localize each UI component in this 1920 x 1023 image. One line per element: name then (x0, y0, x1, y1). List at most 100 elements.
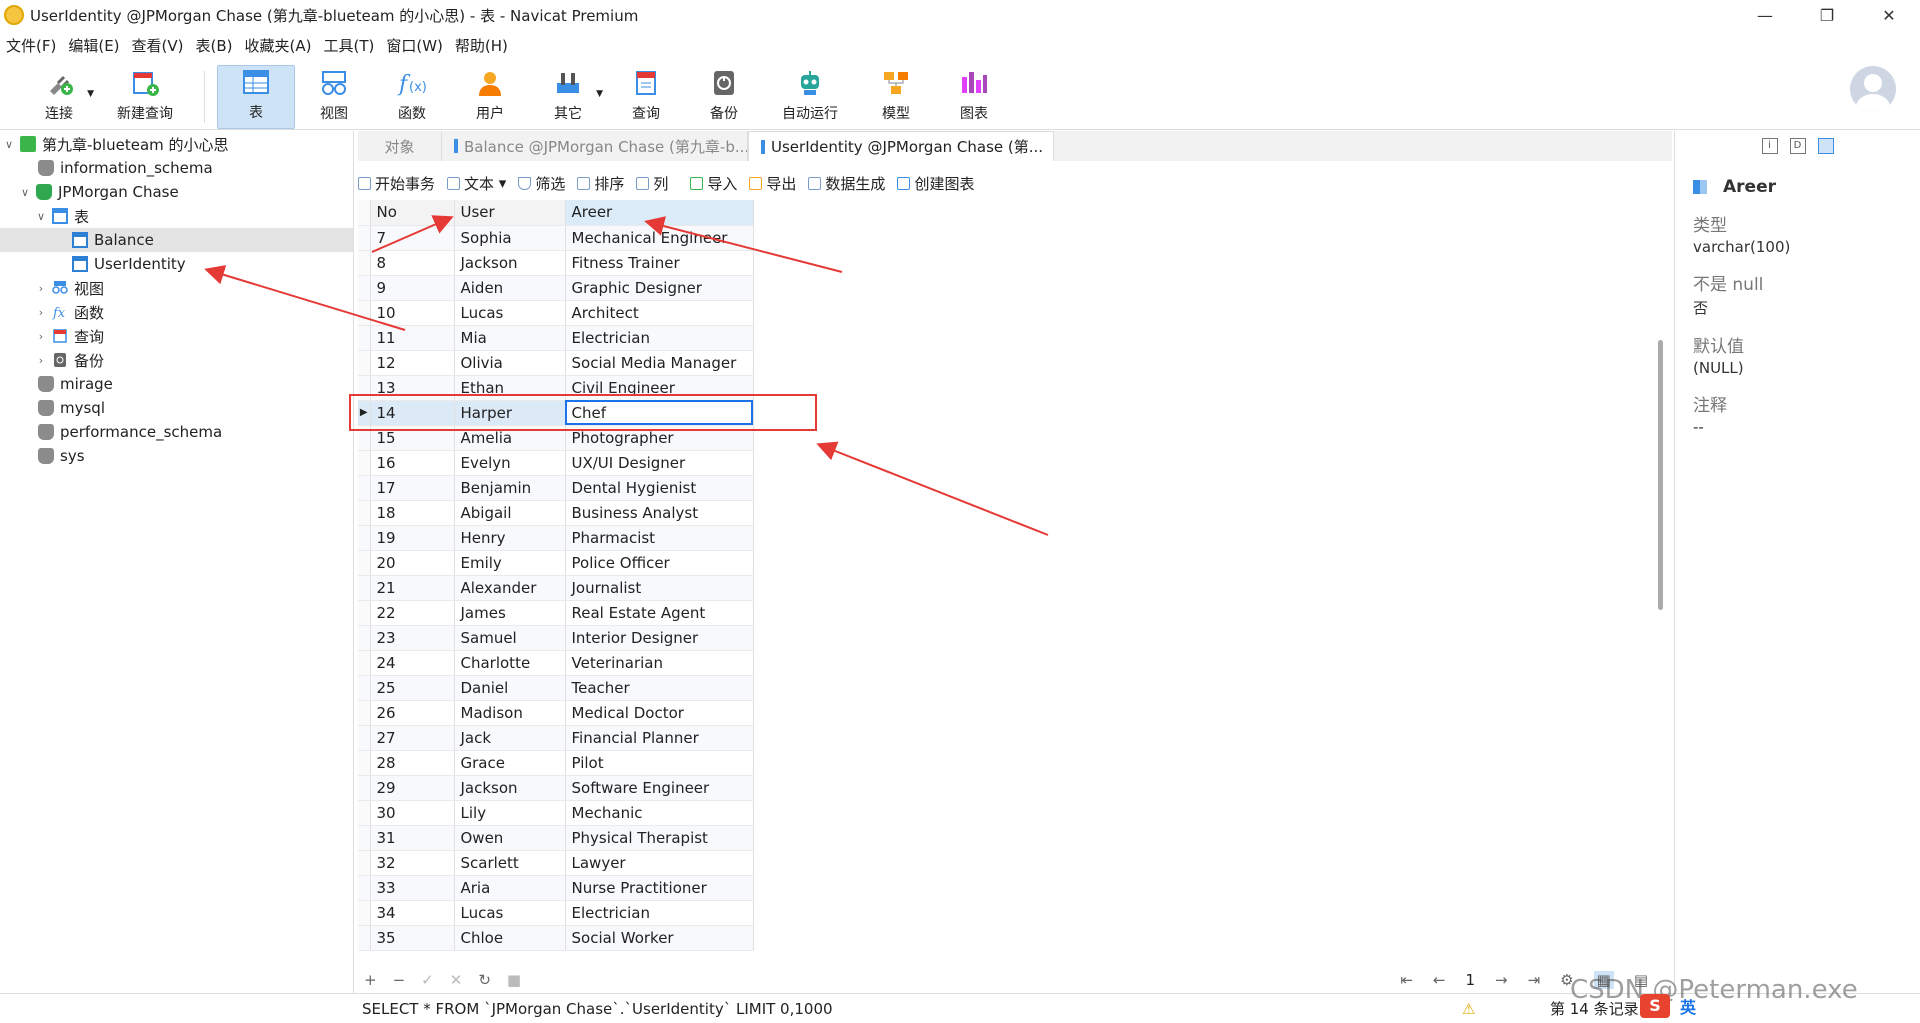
menu-file[interactable]: 文件(F) (6, 35, 56, 56)
tree-views-folder[interactable]: › 视图 (0, 276, 353, 300)
cell-areer[interactable]: Journalist (565, 575, 754, 601)
row-indicator[interactable] (358, 475, 371, 501)
table-row[interactable]: 26 Madison Medical Doctor (358, 700, 754, 726)
row-indicator[interactable] (358, 525, 371, 551)
chart-button[interactable]: 图表 (935, 65, 1013, 129)
cell-areer[interactable]: Electrician (565, 325, 754, 351)
table-row[interactable]: 11 Mia Electrician (358, 325, 754, 351)
row-indicator[interactable] (358, 225, 371, 251)
cell-areer[interactable]: Pilot (565, 750, 754, 776)
sogou-ime-icon[interactable]: S (1640, 994, 1670, 1018)
text-button[interactable]: 文本 ▾ (447, 173, 506, 194)
chevron-right-icon[interactable]: › (34, 306, 48, 319)
new-query-button[interactable]: 新建查询 (98, 65, 192, 129)
cell-no[interactable]: 29 (370, 775, 455, 801)
chevron-down-icon[interactable]: ∨ (18, 186, 32, 199)
cell-no[interactable]: 31 (370, 825, 455, 851)
row-indicator[interactable] (358, 275, 371, 301)
column-header-no[interactable]: No (370, 200, 455, 226)
restore-icon[interactable]: ❐ (1796, 0, 1858, 30)
cell-user[interactable]: Sophia (454, 225, 566, 251)
menu-window[interactable]: 窗口(W) (386, 35, 443, 56)
cell-no[interactable]: 11 (370, 325, 455, 351)
tree-db-information-schema[interactable]: information_schema (0, 156, 353, 180)
sort-button[interactable]: 排序 (577, 173, 624, 194)
cell-no[interactable]: 19 (370, 525, 455, 551)
cell-areer[interactable]: Architect (565, 300, 754, 326)
table-row[interactable]: 29 Jackson Software Engineer (358, 775, 754, 801)
cell-no[interactable]: 9 (370, 275, 455, 301)
view-button[interactable]: 视图 (295, 65, 373, 129)
menu-help[interactable]: 帮助(H) (455, 35, 508, 56)
cell-areer[interactable]: Chef (565, 400, 754, 426)
cell-user[interactable]: Scarlett (454, 850, 566, 876)
cell-areer[interactable]: Veterinarian (565, 650, 754, 676)
connect-button[interactable]: 连接 ▼ (20, 65, 98, 129)
cell-no[interactable]: 20 (370, 550, 455, 576)
row-indicator[interactable] (358, 825, 371, 851)
row-indicator[interactable] (358, 325, 371, 351)
table-row[interactable]: 8 Jackson Fitness Trainer (358, 250, 754, 276)
model-button[interactable]: 模型 (857, 65, 935, 129)
info-icon[interactable]: i (1761, 138, 1778, 154)
table-row[interactable]: 25 Daniel Teacher (358, 675, 754, 701)
menu-favorites[interactable]: 收藏夹(A) (245, 35, 312, 56)
cell-user[interactable]: Benjamin (454, 475, 566, 501)
cell-areer[interactable]: Graphic Designer (565, 275, 754, 301)
cell-no[interactable]: 30 (370, 800, 455, 826)
cell-user[interactable]: Henry (454, 525, 566, 551)
close-icon[interactable]: ✕ (1858, 0, 1920, 30)
cell-areer[interactable]: Software Engineer (565, 775, 754, 801)
table-row[interactable]: 31 Owen Physical Therapist (358, 825, 754, 851)
column-header-user[interactable]: User (454, 200, 566, 226)
cell-no[interactable]: 13 (370, 375, 455, 401)
cell-no[interactable]: 35 (370, 925, 455, 951)
create-chart-button[interactable]: 创建图表 (897, 173, 974, 194)
cell-areer[interactable]: Interior Designer (565, 625, 754, 651)
field-view-icon[interactable] (1817, 138, 1834, 154)
cell-user[interactable]: Ethan (454, 375, 566, 401)
cell-no[interactable]: 24 (370, 650, 455, 676)
user-avatar[interactable] (1850, 66, 1896, 112)
cell-user[interactable]: Alexander (454, 575, 566, 601)
cell-areer[interactable]: Lawyer (565, 850, 754, 876)
cell-user[interactable]: Chloe (454, 925, 566, 951)
cell-no[interactable]: 21 (370, 575, 455, 601)
chevron-right-icon[interactable]: › (34, 330, 48, 343)
cell-no[interactable]: 7 (370, 225, 455, 251)
cell-user[interactable]: Owen (454, 825, 566, 851)
user-button[interactable]: 用户 (451, 65, 529, 129)
row-indicator[interactable] (358, 375, 371, 401)
query-button[interactable]: 查询 (607, 65, 685, 129)
menu-tools[interactable]: 工具(T) (323, 35, 374, 56)
row-indicator[interactable] (358, 250, 371, 276)
row-indicator[interactable] (358, 550, 371, 576)
cell-areer[interactable]: Electrician (565, 900, 754, 926)
cell-no[interactable]: 10 (370, 300, 455, 326)
discard-changes-icon[interactable]: ✕ (450, 971, 463, 989)
row-indicator[interactable] (358, 675, 371, 701)
tab-useridentity[interactable]: UserIdentity @JPMorgan Chase (第... (748, 131, 1054, 161)
row-indicator[interactable] (358, 450, 371, 476)
row-indicator[interactable] (358, 750, 371, 776)
cell-user[interactable]: Amelia (454, 425, 566, 451)
table-row[interactable]: 7 Sophia Mechanical Engineer (358, 225, 754, 251)
warning-icon[interactable]: ⚠ (1462, 1000, 1475, 1018)
chevron-right-icon[interactable]: › (34, 282, 48, 295)
other-button[interactable]: 其它 ▼ (529, 65, 607, 129)
cell-no[interactable]: 23 (370, 625, 455, 651)
cell-areer[interactable]: Fitness Trainer (565, 250, 754, 276)
table-row[interactable]: 9 Aiden Graphic Designer (358, 275, 754, 301)
chevron-down-icon[interactable]: ∨ (34, 210, 48, 223)
apply-changes-icon[interactable]: ✓ (421, 971, 434, 989)
menu-view[interactable]: 查看(V) (132, 35, 184, 56)
cell-areer[interactable]: Physical Therapist (565, 825, 754, 851)
cell-no[interactable]: 15 (370, 425, 455, 451)
export-button[interactable]: 导出 (749, 173, 796, 194)
row-indicator[interactable] (358, 875, 371, 901)
cell-user[interactable]: Mia (454, 325, 566, 351)
row-indicator[interactable] (358, 800, 371, 826)
cell-no[interactable]: 32 (370, 850, 455, 876)
tree-db-mirage[interactable]: mirage (0, 372, 353, 396)
cell-no[interactable]: 33 (370, 875, 455, 901)
